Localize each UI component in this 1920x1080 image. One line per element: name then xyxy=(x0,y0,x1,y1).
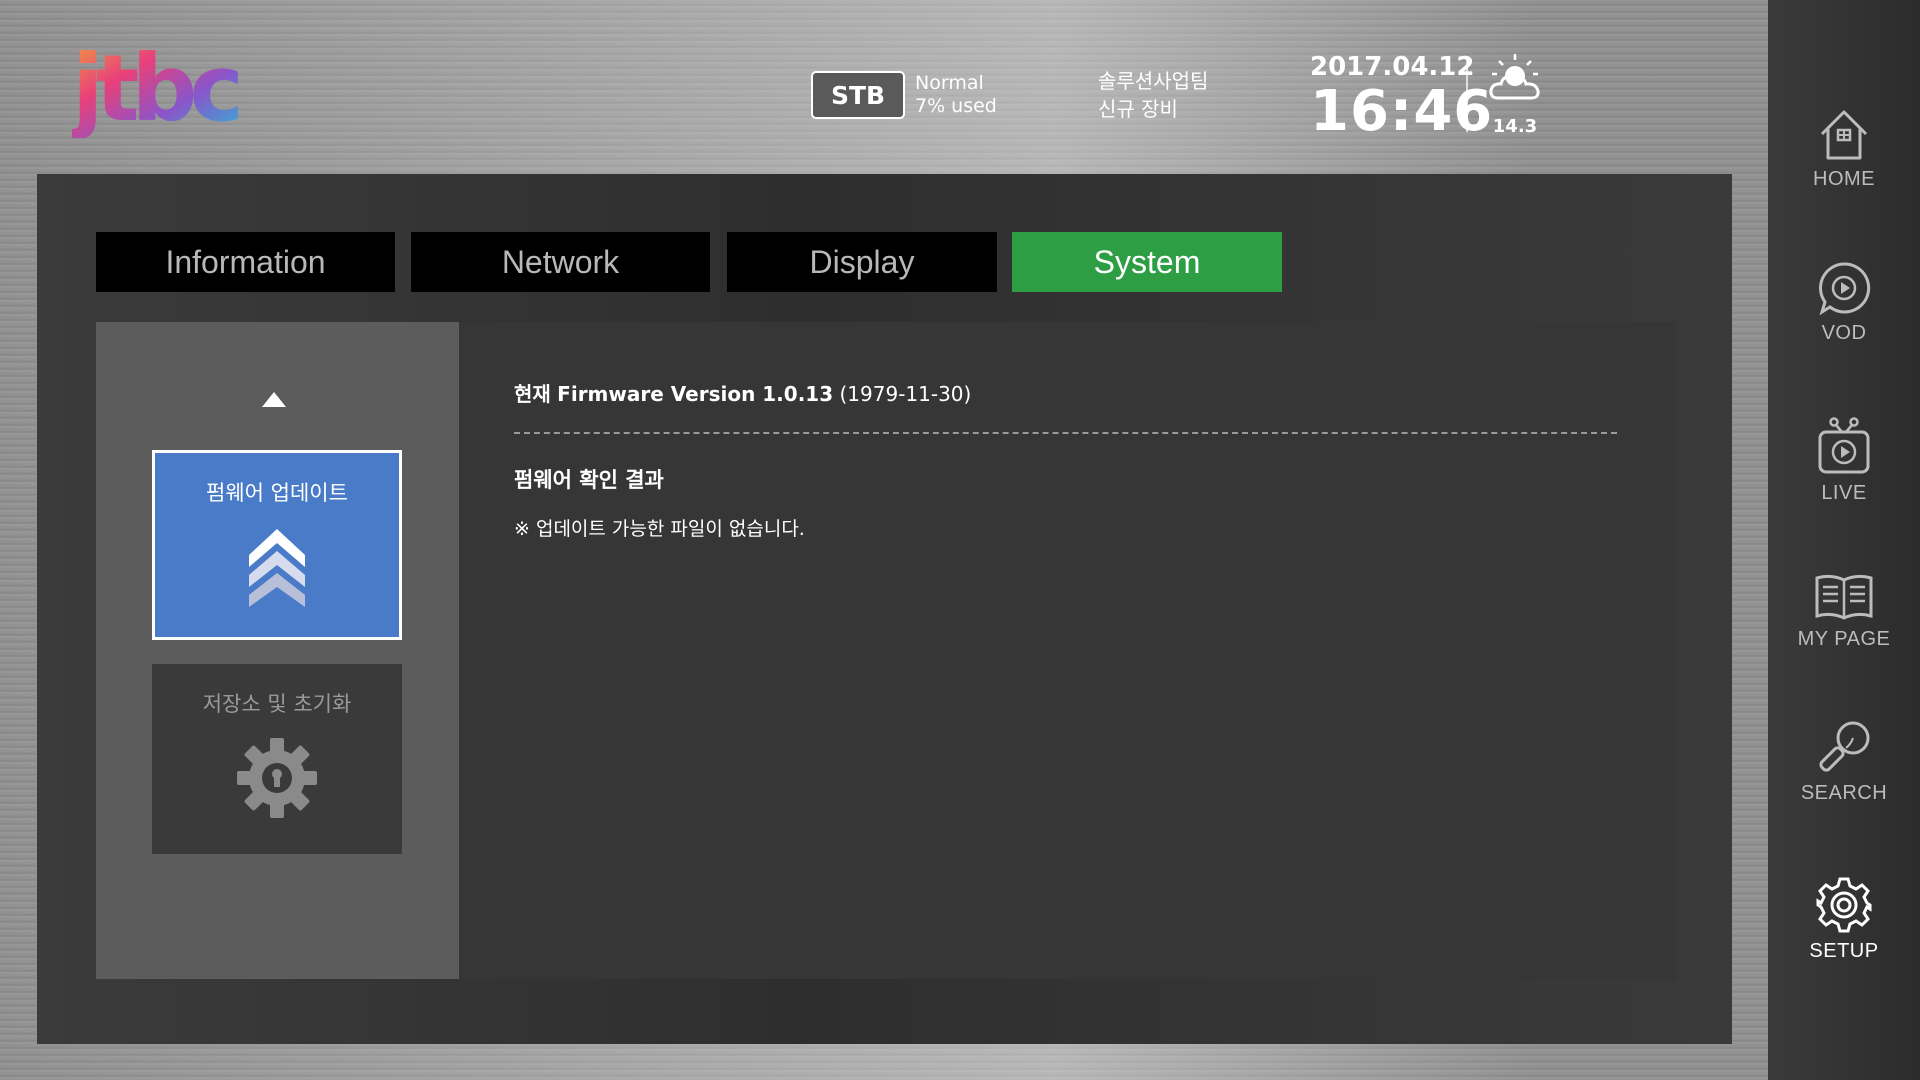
stb-status-text: Normal 7% used xyxy=(915,72,997,118)
main-sidebar: HOME VOD LIVE MY PAGE SEARCH SETUP xyxy=(1768,0,1920,1080)
sidebar-label-mypage: MY PAGE xyxy=(1797,628,1891,650)
sidebar-label-vod: VOD xyxy=(1821,322,1867,344)
sidebar-label-setup: SETUP xyxy=(1809,940,1879,962)
sidebar-item-home[interactable]: HOME xyxy=(1768,106,1920,191)
current-firmware-version: 현재 Firmware Version 1.0.13 (1979-11-30) xyxy=(514,378,971,407)
home-icon xyxy=(1820,110,1868,160)
menu-storage-reset-label: 저장소 및 초기화 xyxy=(202,692,352,716)
sidebar-item-setup[interactable]: SETUP xyxy=(1768,876,1920,963)
datetime: 2017.04.12 16:46 xyxy=(1310,52,1494,144)
menu-firmware-update[interactable]: 펌웨어 업데이트 xyxy=(152,450,402,640)
clock-time: 16:46 xyxy=(1310,79,1494,144)
content-divider xyxy=(514,432,1617,434)
tab-network[interactable]: Network xyxy=(411,232,710,292)
tab-information[interactable]: Information xyxy=(96,232,395,292)
firmware-version: Firmware Version 1.0.13 xyxy=(557,382,834,406)
settings-panel: Information Network Display System 펌웨어 업… xyxy=(37,174,1732,1044)
sidebar-item-vod[interactable]: VOD xyxy=(1768,260,1920,345)
partly-cloudy-icon xyxy=(1489,54,1540,100)
gear-icon xyxy=(1816,877,1872,933)
sidebar-label-search: SEARCH xyxy=(1800,782,1888,804)
weather-widget: 14.3 xyxy=(1480,52,1550,137)
gear-lock-icon xyxy=(237,738,317,818)
system-menu: 펌웨어 업데이트 저장소 및 초기화 xyxy=(96,322,459,979)
sidebar-item-mypage[interactable]: MY PAGE xyxy=(1768,572,1920,651)
organization-info: 솔루션사업팀 신규 장비 xyxy=(1098,67,1208,123)
tab-display[interactable]: Display xyxy=(727,232,997,292)
tab-system[interactable]: System xyxy=(1012,232,1282,292)
scroll-up-arrow-icon[interactable] xyxy=(262,392,286,407)
check-result-message: ※ 업데이트 가능한 파일이 없습니다. xyxy=(514,518,805,540)
tv-play-icon xyxy=(1818,417,1870,474)
play-bubble-icon xyxy=(1819,262,1871,316)
search-icon xyxy=(1819,721,1870,772)
jtbc-logo: jtbc xyxy=(72,48,242,138)
sidebar-item-search[interactable]: SEARCH xyxy=(1768,718,1920,805)
menu-firmware-update-label: 펌웨어 업데이트 xyxy=(206,481,348,505)
org-device: 신규 장비 xyxy=(1098,97,1178,121)
stb-status-line1: Normal xyxy=(915,72,984,94)
svg-text:jtbc: jtbc xyxy=(72,48,238,138)
sidebar-label-live: LIVE xyxy=(1821,482,1867,504)
chevrons-up-icon xyxy=(249,529,305,607)
stb-status-group: STB Normal 7% used xyxy=(811,68,997,122)
org-team: 솔루션사업팀 xyxy=(1098,69,1209,93)
firmware-date: (1979-11-30) xyxy=(839,382,972,406)
stb-badge: STB xyxy=(811,71,905,119)
check-result-title: 펌웨어 확인 결과 xyxy=(514,468,664,492)
header-divider xyxy=(1466,60,1468,132)
firmware-prefix: 현재 xyxy=(514,382,551,406)
menu-storage-reset[interactable]: 저장소 및 초기화 xyxy=(152,664,402,854)
stb-storage-used: 7% used xyxy=(915,95,997,117)
book-icon xyxy=(1815,574,1873,620)
temperature: 14.3 xyxy=(1492,116,1538,137)
date-text: 2017.04.12 xyxy=(1310,52,1475,82)
firmware-content: 현재 Firmware Version 1.0.13 (1979-11-30) … xyxy=(459,322,1676,979)
sidebar-label-home: HOME xyxy=(1813,168,1875,190)
sidebar-item-live[interactable]: LIVE xyxy=(1768,416,1920,505)
